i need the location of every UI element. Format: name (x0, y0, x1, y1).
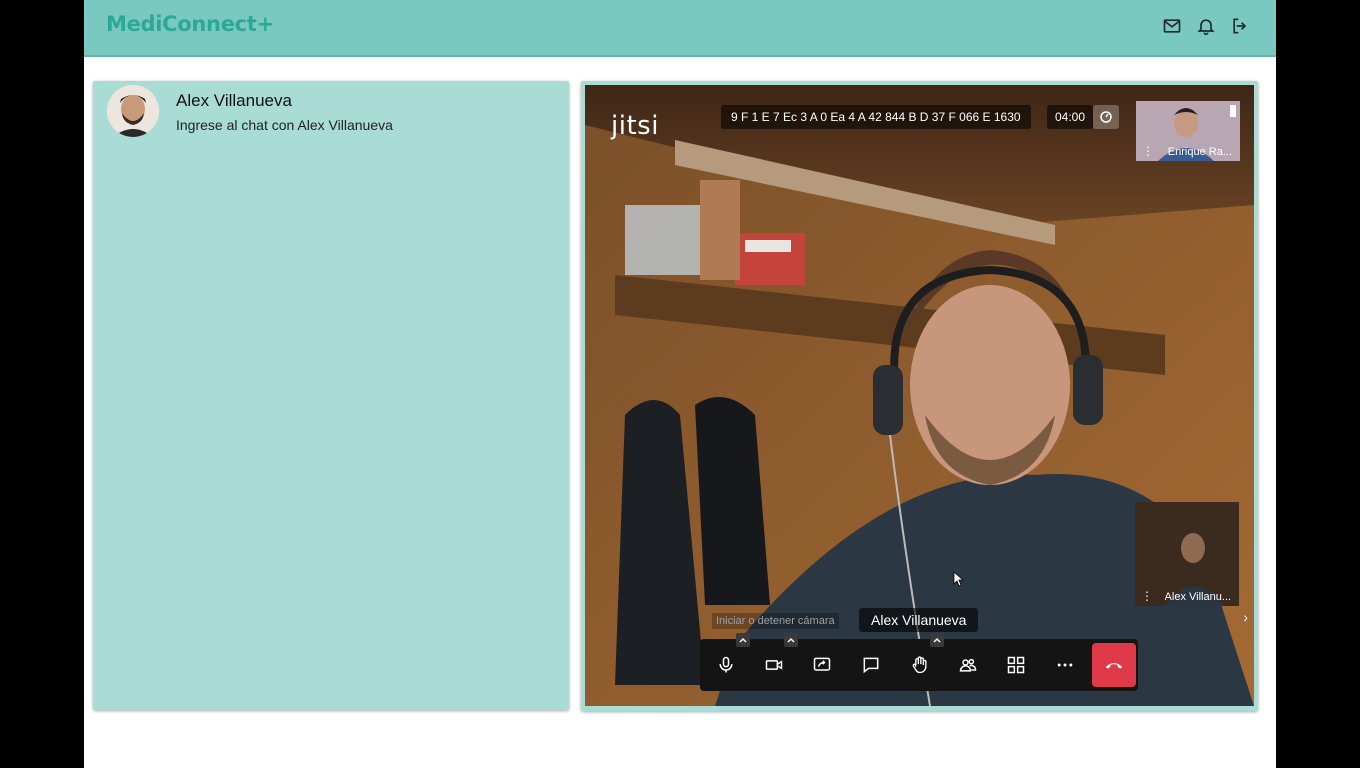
jitsi-logo: jitsi (611, 111, 659, 141)
mic-options-caret[interactable] (736, 633, 750, 647)
connection-quality-icon[interactable] (1093, 105, 1119, 129)
contact-subtitle: Ingrese al chat con Alex Villanueva (176, 117, 393, 133)
thumbnail-menu-icon[interactable]: ⋮ (1142, 145, 1154, 157)
contact-name: Alex Villanueva (176, 91, 292, 110)
avatar (107, 85, 159, 137)
camera-icon (765, 660, 783, 670)
call-toolbar (700, 633, 1138, 691)
local-participant-thumbnail[interactable]: ⋮ Alex Villanu... (1135, 502, 1239, 606)
reactions-caret[interactable] (930, 633, 944, 647)
app-window: MediConnect+ Alex Villanueva Ingrese al … (84, 0, 1276, 768)
raise-hand-button[interactable] (900, 633, 944, 685)
camera-options-caret[interactable] (784, 633, 798, 647)
chat-button[interactable] (851, 645, 891, 685)
app-logo[interactable]: MediConnect+ (106, 12, 274, 36)
hangup-icon (1105, 663, 1123, 669)
top-bar: MediConnect+ (84, 0, 1276, 57)
participants-icon (959, 658, 977, 672)
local-participant-name: Alex Villanu... (1164, 591, 1231, 603)
participants-button[interactable] (948, 645, 988, 685)
local-thumbnail-menu-icon[interactable]: ⋮ (1141, 590, 1153, 602)
screen-share-icon (813, 657, 831, 671)
screen-share-button[interactable] (802, 645, 842, 685)
room-id-label: 9 F 1 E 7 Ec 3 A 0 Ea 4 A 42 844 B D 37 … (721, 105, 1031, 129)
chat-icon (863, 657, 879, 674)
camera-button[interactable] (754, 633, 798, 685)
call-timer: 04:00 (1047, 105, 1094, 129)
remote-participant-thumbnail[interactable]: ⋮ Enrique Ra... (1136, 101, 1240, 161)
hangup-button[interactable] (1092, 643, 1136, 687)
tile-view-button[interactable] (996, 645, 1036, 685)
chevron-right-icon[interactable]: › (1243, 609, 1248, 625)
logout-icon[interactable] (1230, 16, 1250, 36)
more-options-button[interactable] (1045, 645, 1085, 685)
thumbnail-indicator (1230, 105, 1236, 117)
camera-tooltip: Iniciar o detener cámara (712, 613, 839, 629)
microphone-icon (719, 656, 733, 673)
remote-participant-name: Enrique Ra... (1167, 146, 1232, 158)
chat-list-panel: Alex Villanueva Ingrese al chat con Alex… (93, 81, 569, 710)
mouse-cursor-icon (953, 571, 965, 587)
tile-view-icon (1007, 656, 1025, 674)
main-video: jitsi 9 F 1 E 7 Ec 3 A 0 Ea 4 A 42 844 B… (585, 85, 1254, 706)
raise-hand-icon (912, 656, 927, 674)
speaker-name-label: Alex Villanueva (859, 608, 979, 632)
bell-icon[interactable] (1196, 16, 1216, 36)
mail-icon[interactable] (1162, 16, 1182, 36)
more-icon (1057, 663, 1073, 667)
microphone-button[interactable] (706, 633, 750, 685)
chat-contact-item[interactable]: Alex Villanueva Ingrese al chat con Alex… (107, 85, 547, 145)
header-actions (1162, 16, 1250, 36)
video-call-panel: jitsi 9 F 1 E 7 Ec 3 A 0 Ea 4 A 42 844 B… (581, 81, 1258, 711)
